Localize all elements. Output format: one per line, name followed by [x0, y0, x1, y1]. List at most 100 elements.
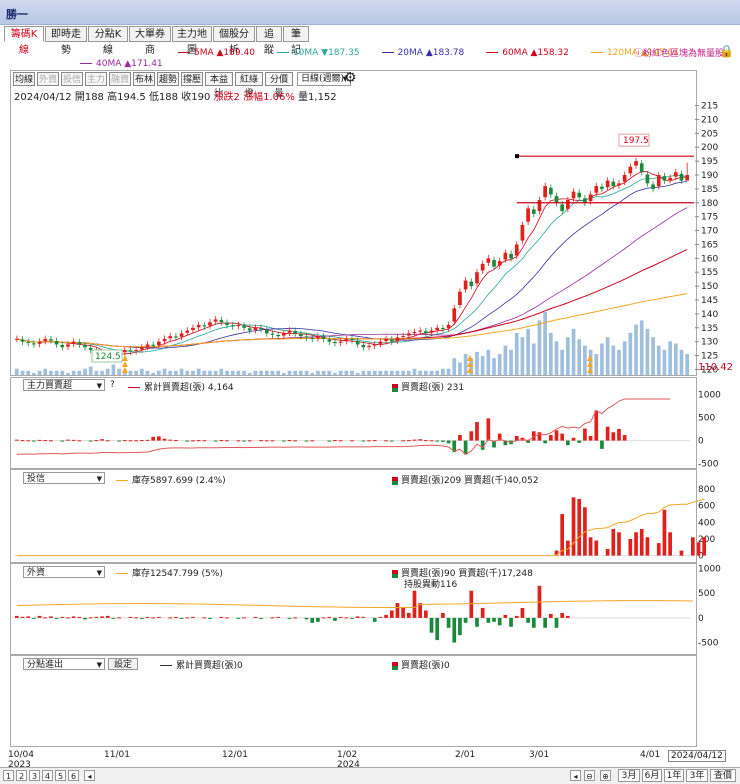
- main-force-tick-label: -500: [698, 460, 719, 470]
- main-force-panel: [10, 377, 697, 469]
- x-axis-tick: 11/01: [104, 750, 130, 760]
- tab-6[interactable]: 個股分析: [213, 26, 255, 56]
- lock-icon[interactable]: 🔒: [719, 44, 734, 58]
- price-tick-label: 135: [701, 324, 718, 334]
- page-button[interactable]: 3: [29, 770, 40, 781]
- tab-4[interactable]: 大單券商: [129, 26, 171, 56]
- price-tick-label: 155: [701, 268, 718, 278]
- gear-icon[interactable]: ⚙: [344, 70, 357, 86]
- foreign-tick-label: 0: [698, 614, 704, 624]
- branch-settings-button[interactable]: 設定: [108, 658, 138, 670]
- trust-bar: [696, 542, 701, 556]
- ma-legend-row1: 5MA ▲189.40 10MA ▼187.35 20MA ▲183.78 60MA …: [178, 48, 701, 58]
- ma-legend-label: 60MA ▲158.32: [502, 48, 569, 58]
- range-button[interactable]: 6月: [642, 769, 662, 782]
- ma-line-swatch: [80, 63, 92, 64]
- price-tick-label: 120: [701, 365, 718, 375]
- tab-2[interactable]: 即時走勢: [45, 26, 87, 56]
- toolbar-button[interactable]: 紅綠燈: [235, 72, 263, 99]
- trust-tick-label: 0: [698, 552, 704, 562]
- x-tick-label: 10/04: [8, 750, 34, 760]
- page-button[interactable]: 6: [68, 770, 79, 781]
- scroll-left-icon[interactable]: ◂: [84, 770, 95, 781]
- toolbar-button[interactable]: 均線: [13, 72, 35, 86]
- price-tick-label: 195: [701, 157, 718, 167]
- ma-legend-label: 40MA ▲171.41: [96, 59, 163, 69]
- page-button[interactable]: 5: [55, 770, 66, 781]
- main-force-help[interactable]: ?: [110, 380, 115, 390]
- info-date: 2024/04/12: [14, 92, 72, 103]
- info-volume: 1,152: [308, 92, 337, 103]
- main-force-tick-label: 0: [698, 437, 704, 447]
- toolbar-button[interactable]: 融資: [109, 72, 131, 86]
- tab-8[interactable]: 筆記: [283, 26, 309, 56]
- price-tick-label: 130: [701, 338, 718, 348]
- toolbar-button[interactable]: 布林: [133, 72, 155, 86]
- ma-legend-item: 10MA ▼187.35: [276, 48, 360, 58]
- ma-line-swatch: [486, 52, 499, 53]
- zoom-in-icon[interactable]: ⊕: [600, 770, 611, 781]
- range-button[interactable]: 查價: [710, 769, 736, 782]
- price-tick-label: 150: [701, 282, 718, 292]
- trust-tick-label: 200: [698, 535, 715, 545]
- price-tick-label: 210: [701, 115, 718, 125]
- info-high: 194.5: [117, 92, 146, 103]
- main-force-tick-label: 1000: [698, 390, 721, 400]
- main-force-legend2: 買賣超(張) 231: [392, 380, 464, 393]
- branch-legend1: 累計買賣超(張)0: [160, 658, 243, 671]
- trust-select[interactable]: 投信 ▼: [23, 472, 105, 484]
- range-button[interactable]: 1年: [664, 769, 684, 782]
- range-button[interactable]: 3月: [618, 769, 640, 782]
- page-button[interactable]: 1: [3, 770, 14, 781]
- price-tick-label: 140: [701, 310, 718, 320]
- toolbar-button[interactable]: 撐壓: [181, 72, 203, 86]
- window-title: 勝一: [6, 8, 28, 21]
- toolbar-button[interactable]: 分價量: [265, 72, 293, 99]
- price-tick-label: 170: [701, 227, 718, 237]
- main-force-tick-label: 500: [698, 413, 715, 423]
- trust-panel: [10, 469, 697, 563]
- ma-line-swatch: [590, 52, 603, 53]
- period-select[interactable]: 日線(週爾) ▼: [297, 72, 351, 86]
- ohlc-info: 2024/04/12 開188 高194.5 低188 收190 漲跌2 漲幅1…: [14, 92, 337, 103]
- page-button[interactable]: 4: [42, 770, 53, 781]
- range-button[interactable]: 3年: [686, 769, 708, 782]
- zoom-out-icon[interactable]: ⊖: [584, 770, 595, 781]
- foreign-tick-label: 1000: [698, 564, 721, 574]
- foreign-select[interactable]: 外資 ▼: [23, 566, 105, 578]
- page-button[interactable]: 2: [16, 770, 27, 781]
- scroll-left-icon[interactable]: ◂: [570, 770, 581, 781]
- x-tick-label: 1/02: [337, 750, 358, 760]
- foreign-tick-label: 500: [698, 589, 715, 599]
- x-axis-tick: 12/01: [222, 750, 248, 760]
- toolbar-button[interactable]: 本益比: [205, 72, 233, 99]
- foreign-tick-label: -500: [698, 639, 719, 649]
- tab-3[interactable]: 分點K線: [88, 26, 128, 56]
- price-tick-label: 215: [701, 102, 718, 112]
- branch-select[interactable]: 分點進出 ▼: [23, 658, 105, 670]
- x-tick-label: 12/01: [222, 750, 248, 760]
- price-tick-label: 200: [701, 143, 718, 153]
- main-force-select[interactable]: 主力買賣超 ▼: [23, 379, 105, 391]
- ma-line-swatch: [178, 52, 190, 53]
- toolbar-button[interactable]: 外資: [37, 72, 59, 86]
- tab-7[interactable]: 追蹤: [256, 26, 282, 56]
- foreign-legend1: 庫存12547.799 (5%): [116, 566, 223, 579]
- chevron-down-icon: ▼: [96, 569, 102, 577]
- tab-5[interactable]: 主力地圖: [172, 26, 212, 56]
- ma-hint: ⓘ粉紅色區塊為無量股: [634, 49, 725, 59]
- tab-bar: 籌碼K線 即時走勢 分點K線 大單券商 主力地圖 個股分析 追蹤 筆記: [0, 26, 740, 56]
- info-pct: 1.06%: [263, 92, 295, 103]
- toolbar-button[interactable]: 趨勢: [157, 72, 179, 86]
- bottom-bar: 1 2 3 4 5 6 ◂ ◂ ⊖ ⊕ 3月 6月 1年 3年 查價: [0, 767, 740, 784]
- info-low: 188: [158, 92, 179, 103]
- toolbar-button[interactable]: 主力: [85, 72, 107, 86]
- chevron-down-icon: ▼: [96, 475, 102, 483]
- toolbar-button[interactable]: 投信: [61, 72, 83, 86]
- x-tick-label: 2024/04/12: [671, 751, 723, 761]
- trust-tick-label: 600: [698, 502, 715, 512]
- main-force-legend1: 累計買賣超(張) 4,164: [128, 380, 234, 393]
- tab-1[interactable]: 籌碼K線: [4, 26, 44, 56]
- x-tick-label: 4/01: [640, 750, 661, 760]
- x-axis-tick: 2024/04/12: [668, 750, 726, 762]
